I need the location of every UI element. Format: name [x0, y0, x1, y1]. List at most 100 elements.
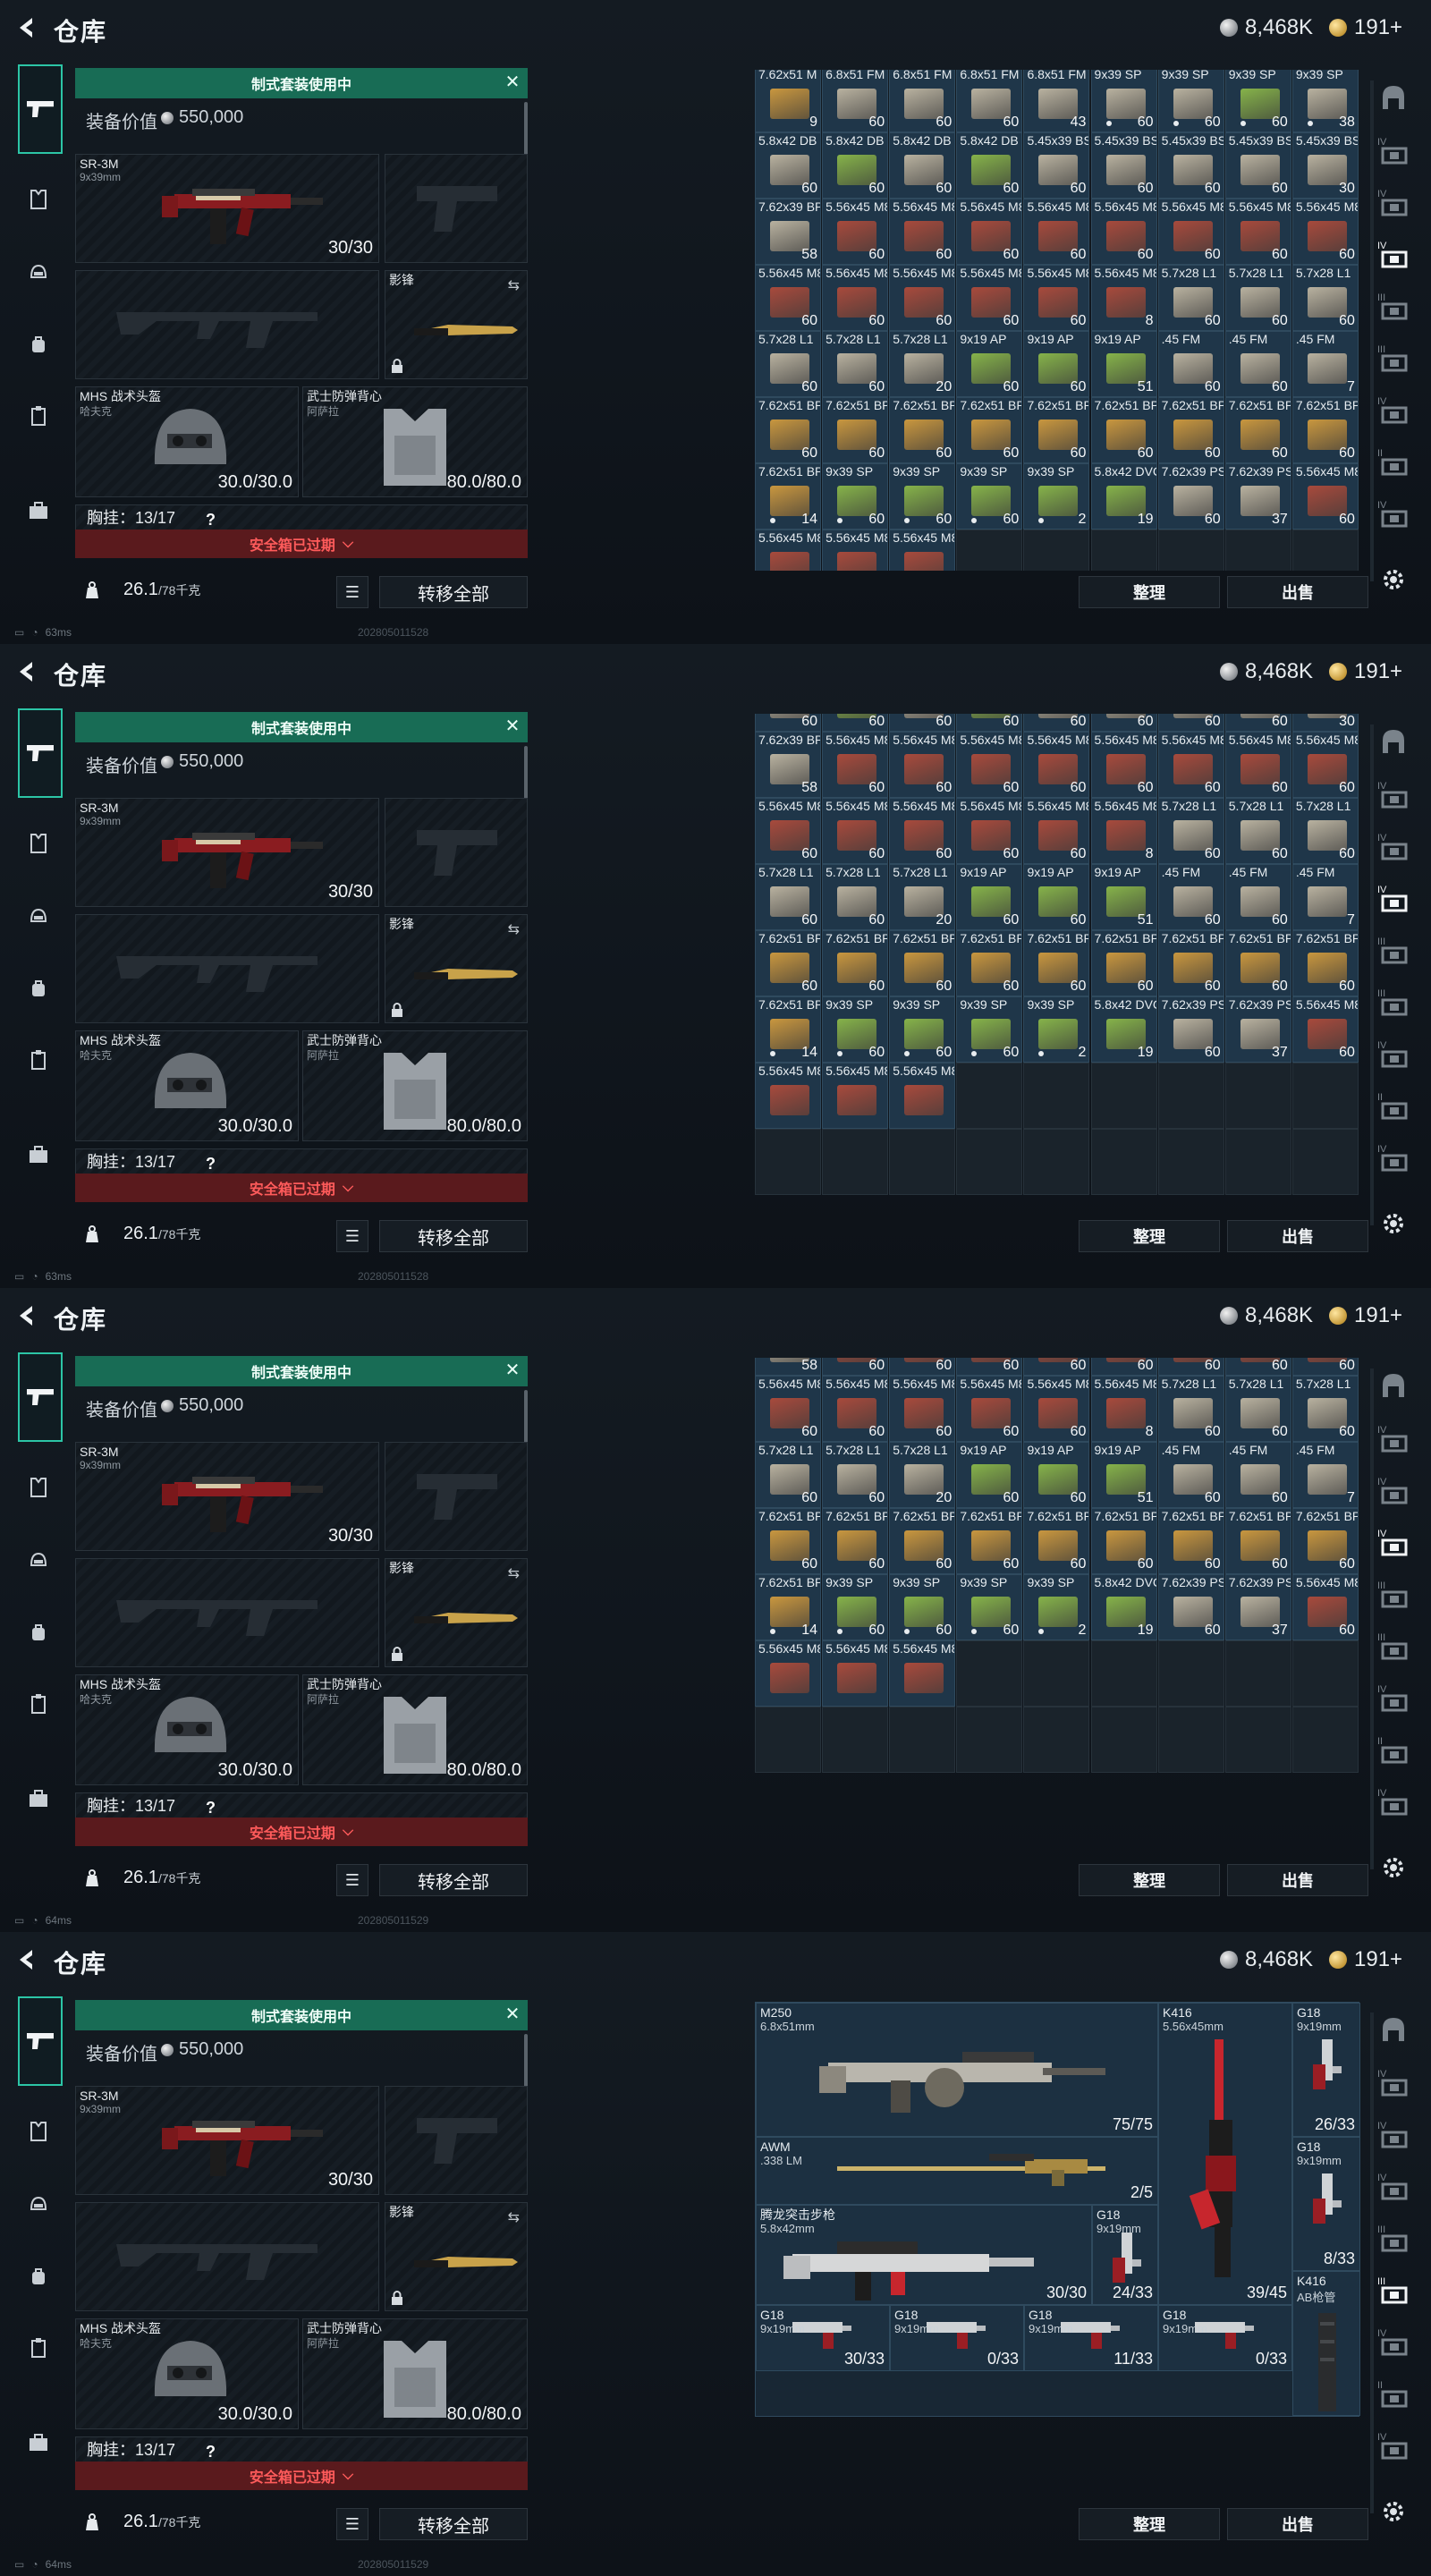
ammo-stack[interactable]: 7.62x39 PS 60: [1157, 996, 1224, 1063]
ammo-stack[interactable]: 9x19 AP 60: [1023, 331, 1090, 397]
stash-page-tab[interactable]: IV: [1376, 392, 1411, 428]
melee-slot[interactable]: 影锋 ⇆: [385, 2202, 528, 2311]
list-view-button[interactable]: ☰: [336, 1864, 368, 1896]
ammo-stack[interactable]: 5.56x45 M855A160: [956, 1376, 1023, 1442]
ammo-stack[interactable]: 7.62x51 BP 60: [1291, 397, 1359, 463]
weapon-item[interactable]: G18 9x19mm 11/33: [1024, 2305, 1158, 2371]
ammo-stack[interactable]: 7.62x51 BP 60: [1090, 397, 1157, 463]
empty-cell[interactable]: [1090, 1640, 1157, 1707]
stash-page-tab[interactable]: III: [1376, 1628, 1411, 1664]
ammo-stack[interactable]: 9x39 SP 2: [1023, 996, 1090, 1063]
ammo-stack[interactable]: 5.56x45 M855A160: [1023, 1376, 1090, 1442]
empty-cell[interactable]: [1224, 530, 1291, 571]
close-icon[interactable]: ✕: [503, 2004, 522, 2024]
ammo-stack[interactable]: 7.62x51 BP 60: [956, 930, 1023, 996]
helmet-slot[interactable]: MHS 战术头盔 哈夫克 30.0/30.0: [75, 2318, 299, 2429]
ammo-stack[interactable]: 7.62x51 BP 60: [956, 397, 1023, 463]
ammo-stack[interactable]: 7.62x51 BP 60: [889, 1508, 956, 1574]
ammo-stack[interactable]: 9x39 SP 60: [1157, 70, 1224, 132]
safe-box-expired[interactable]: 安全箱已过期 ⌵: [75, 530, 528, 558]
ammo-stack[interactable]: 5.56x45 M855: [822, 1063, 889, 1129]
pistol-slot[interactable]: [385, 1442, 528, 1551]
ammo-stack[interactable]: .45 FM 60: [1224, 864, 1291, 930]
tab-weapons[interactable]: [18, 1352, 63, 1442]
ammo-stack[interactable]: 5.8x42 DB 60: [755, 132, 821, 199]
empty-cell[interactable]: [956, 1063, 1023, 1129]
ammo-stack[interactable]: 5.7x28 L1 20: [889, 331, 956, 397]
ammo-stack[interactable]: 5.56x45 M855A160: [1090, 1358, 1157, 1376]
stash-page-tab[interactable]: IV: [1376, 184, 1411, 220]
armor-slot[interactable]: 武士防弹背心 阿萨拉 80.0/80.0: [302, 1674, 528, 1785]
stash-page-tab[interactable]: II: [1376, 1732, 1411, 1767]
ammo-stack[interactable]: 5.45x39 BS60: [1023, 714, 1090, 732]
ammo-stack[interactable]: .45 FM 7: [1291, 331, 1359, 397]
chest-rig-help[interactable]: ?: [206, 511, 216, 530]
pistol-slot[interactable]: [385, 2086, 528, 2195]
empty-cell[interactable]: [956, 1129, 1023, 1195]
list-view-button[interactable]: ☰: [336, 2508, 368, 2540]
empty-cell[interactable]: [1090, 530, 1157, 571]
tab-helmet[interactable]: [18, 896, 59, 937]
ammo-stack[interactable]: 7.62x51 BP 60: [1023, 397, 1090, 463]
empty-cell[interactable]: [1291, 1129, 1359, 1195]
sell-button[interactable]: 出售: [1227, 1864, 1368, 1896]
ammo-stack[interactable]: 5.7x28 L1 60: [1291, 798, 1359, 864]
ammo-stack[interactable]: .45 FM 7: [1291, 1442, 1359, 1508]
transfer-all-button[interactable]: 转移全部: [379, 1864, 528, 1896]
transfer-all-button[interactable]: 转移全部: [379, 2508, 528, 2540]
stash-page-tab[interactable]: [1376, 2012, 1411, 2048]
ammo-stack[interactable]: 9x39 SP 60: [956, 463, 1023, 530]
settings-icon[interactable]: [1377, 564, 1410, 596]
empty-cell[interactable]: [956, 530, 1023, 571]
ammo-stack[interactable]: 5.7x28 L1 60: [822, 331, 889, 397]
melee-slot[interactable]: 影锋 ⇆: [385, 914, 528, 1023]
tab-armor[interactable]: [18, 2111, 59, 2152]
ammo-stack[interactable]: 5.7x28 L1 60: [822, 1442, 889, 1508]
silver-currency[interactable]: 8,468K: [1220, 1302, 1313, 1329]
empty-cell[interactable]: [1090, 1063, 1157, 1129]
armor-slot[interactable]: 武士防弹背心 阿萨拉 80.0/80.0: [302, 2318, 528, 2429]
empty-cell[interactable]: [755, 1707, 821, 1773]
gold-currency[interactable]: 191+: [1329, 658, 1402, 685]
ammo-stack[interactable]: 5.56x45 M855A160: [1157, 1358, 1224, 1376]
ammo-stack[interactable]: 5.7x28 L1 60: [1157, 798, 1224, 864]
ammo-stack[interactable]: 5.56x45 M855A160: [822, 798, 889, 864]
swap-icon[interactable]: ⇆: [508, 1564, 520, 1582]
ammo-stack[interactable]: 9x19 AP 60: [956, 1442, 1023, 1508]
stash-page-tab[interactable]: IV: [1376, 2064, 1411, 2100]
ammo-stack[interactable]: 7.62x39 PS 60: [1157, 463, 1224, 530]
ammo-stack[interactable]: 5.56x45 M855A160: [1023, 199, 1090, 265]
empty-cell[interactable]: [1023, 1129, 1090, 1195]
tab-helmet[interactable]: [18, 1540, 59, 1581]
stash-page-tab[interactable]: [1376, 724, 1411, 760]
stash-page-tab[interactable]: IV: [1376, 2428, 1411, 2463]
tab-case[interactable]: [18, 1778, 59, 1819]
weapon-item[interactable]: 腾龙突击步枪 5.8x42mm 30/30: [756, 2205, 1092, 2305]
ammo-stack[interactable]: 7.62x51 BP 60: [1090, 930, 1157, 996]
sort-button[interactable]: 整理: [1079, 2508, 1220, 2540]
tab-backpack[interactable]: [18, 2256, 59, 2297]
safe-box-expired[interactable]: 安全箱已过期 ⌵: [75, 1818, 528, 1846]
ammo-stack[interactable]: 7.62x51 BP 60: [1023, 930, 1090, 996]
stash-page-tab[interactable]: IV: [1376, 236, 1411, 272]
ammo-stack[interactable]: 9x39 SP 60: [889, 996, 956, 1063]
tab-case[interactable]: [18, 1134, 59, 1175]
ammo-stack[interactable]: 9x39 SP 60: [956, 1574, 1023, 1640]
empty-cell[interactable]: [1224, 1640, 1291, 1707]
empty-cell[interactable]: [755, 1129, 821, 1195]
empty-cell[interactable]: [1157, 1640, 1224, 1707]
close-icon[interactable]: ✕: [503, 1360, 522, 1380]
empty-cell[interactable]: [956, 1640, 1023, 1707]
weapon-item[interactable]: AWM .338 LM 2/5: [756, 2137, 1158, 2205]
empty-cell[interactable]: [1090, 1707, 1157, 1773]
ammo-stack[interactable]: 5.56x45 M855A160: [956, 732, 1023, 798]
tab-weapons[interactable]: [18, 1996, 63, 2086]
secondary-weapon-slot[interactable]: [75, 270, 379, 379]
ammo-stack[interactable]: 7.62x51 BP 60: [1090, 1508, 1157, 1574]
empty-cell[interactable]: [1023, 1707, 1090, 1773]
ammo-stack[interactable]: 5.56x45 M855 60: [1291, 463, 1359, 530]
weapon-item[interactable]: G18 9x19mm 0/33: [890, 2305, 1024, 2371]
gold-currency[interactable]: 191+: [1329, 14, 1402, 41]
settings-icon[interactable]: [1377, 2496, 1410, 2528]
stash-page-tab[interactable]: IV: [1376, 2324, 1411, 2360]
